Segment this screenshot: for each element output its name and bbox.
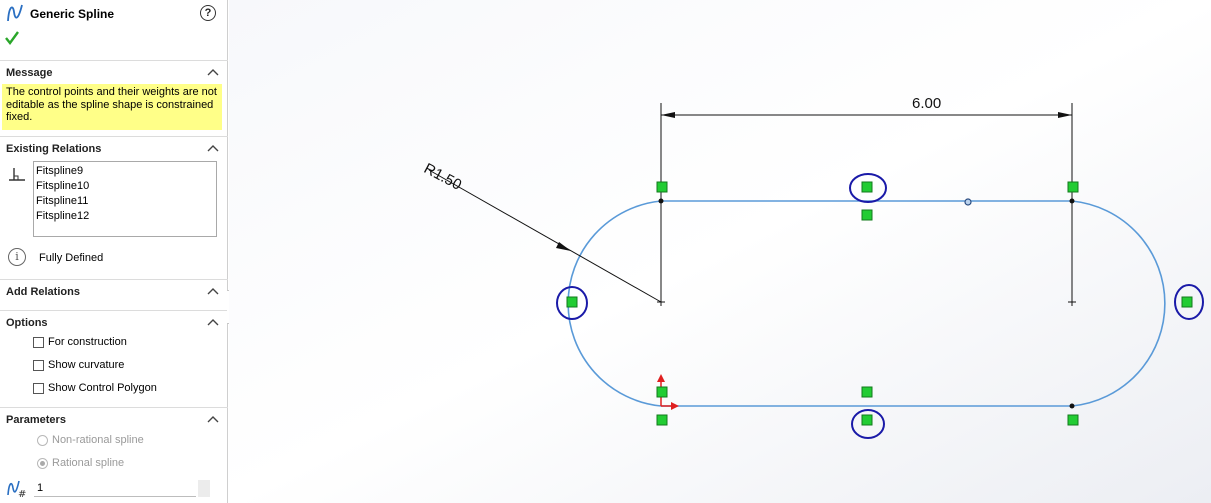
- info-icon: i: [8, 248, 26, 266]
- definition-status: Fully Defined: [39, 252, 104, 264]
- property-manager: Generic Spline ? Message The control poi…: [0, 0, 228, 503]
- sketch-canvas[interactable]: [229, 0, 1211, 503]
- svg-text:#: #: [18, 489, 26, 498]
- existing-relations-section-header[interactable]: Existing Relations: [0, 136, 228, 160]
- weight-input[interactable]: [34, 480, 196, 497]
- message-section-header[interactable]: Message: [0, 60, 228, 84]
- panel-title-bar: Generic Spline ?: [0, 0, 228, 28]
- collapse-chevron-icon[interactable]: [207, 68, 219, 76]
- options-section-header[interactable]: Options: [0, 310, 228, 334]
- ok-checkmark-icon[interactable]: [4, 30, 20, 46]
- weight-icon: #: [7, 480, 26, 498]
- collapse-chevron-icon[interactable]: [207, 318, 219, 326]
- message-box: The control points and their weights are…: [2, 84, 222, 130]
- perpendicular-icon: [9, 168, 25, 181]
- spline-icon: [7, 4, 23, 22]
- help-icon[interactable]: ?: [200, 5, 216, 21]
- list-item[interactable]: Fitspline9: [36, 164, 214, 179]
- list-item[interactable]: Fitspline11: [36, 194, 214, 209]
- existing-relations-list[interactable]: Fitspline9 Fitspline10 Fitspline11 Fitsp…: [33, 161, 217, 237]
- list-item[interactable]: Fitspline10: [36, 179, 214, 194]
- collapse-chevron-icon[interactable]: [207, 287, 219, 295]
- weight-spinner[interactable]: [198, 480, 210, 497]
- graphics-area[interactable]: 6.00 R1.50: [229, 0, 1211, 503]
- add-relations-section-header[interactable]: Add Relations: [0, 279, 228, 303]
- width-dimension-label[interactable]: 6.00: [912, 95, 941, 112]
- panel-title: Generic Spline: [30, 7, 115, 21]
- parameters-section-header[interactable]: Parameters: [0, 407, 228, 431]
- collapse-chevron-icon[interactable]: [207, 415, 219, 423]
- collapse-chevron-icon[interactable]: [207, 144, 219, 152]
- list-item[interactable]: Fitspline12: [36, 209, 214, 224]
